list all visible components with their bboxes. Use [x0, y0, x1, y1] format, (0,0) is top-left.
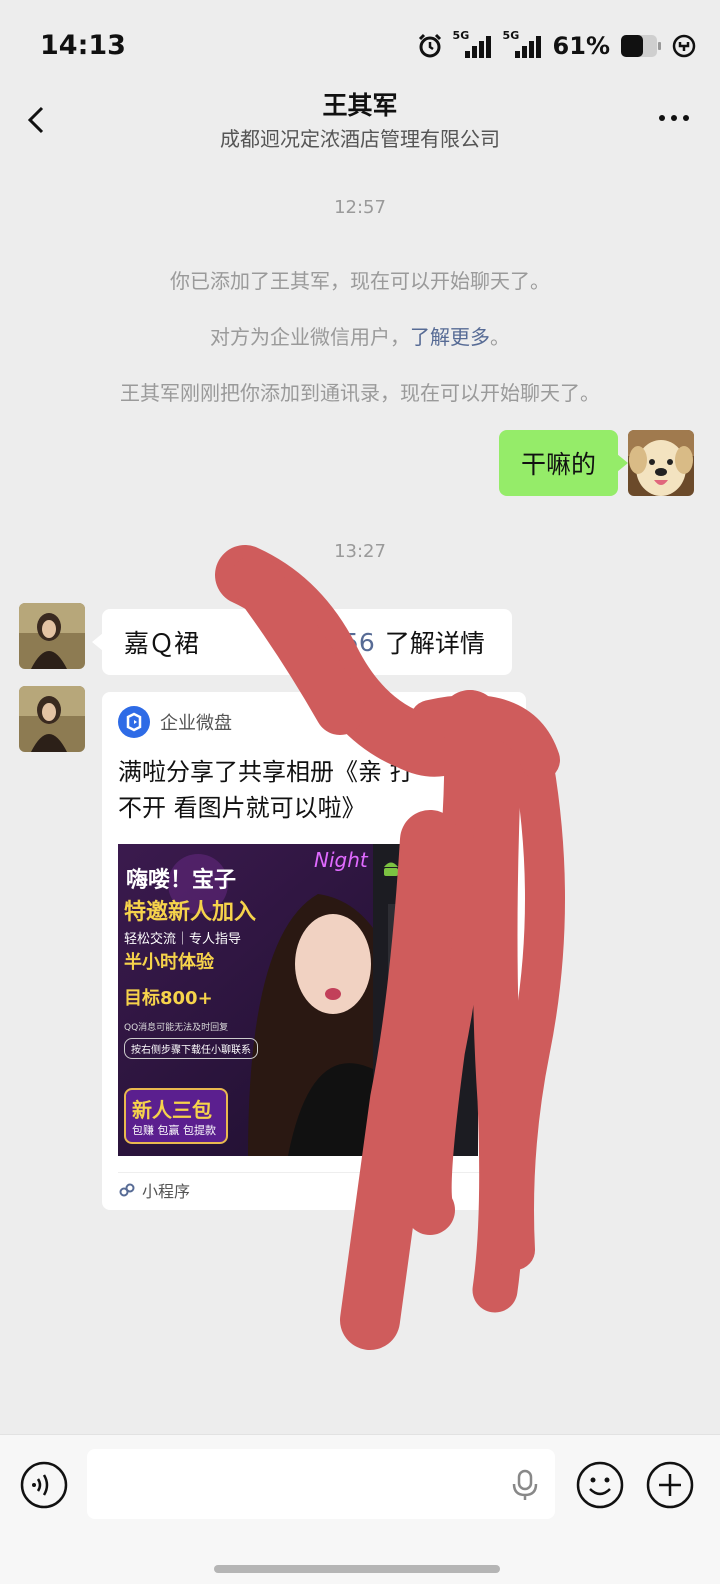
system-message: 你已添加了王其军，现在可以开始聊天了。	[170, 269, 550, 293]
chat-input-bar	[0, 1434, 720, 1584]
incoming-message-bubble[interactable]: 嘉Ｑ裙 56 了解详情	[92, 609, 512, 675]
poster-text: 特邀新人加入	[124, 900, 257, 925]
card-title: 满啦分享了共享相册《亲 打不开 看图片就可以啦》	[118, 758, 414, 822]
outgoing-message-bubble[interactable]: 干嘛的	[498, 430, 629, 496]
card-source-label: 企业微盘	[160, 713, 232, 734]
system-text: 。	[490, 325, 510, 349]
chat-header: 王其军 成都迥况定浓酒店管理有限公司	[0, 80, 720, 160]
company-name: 成都迥况定浓酒店管理有限公司	[220, 127, 500, 151]
signal-bars-icon	[464, 36, 491, 58]
card-source: 企业微盘	[118, 706, 232, 738]
dog-avatar-image	[628, 430, 694, 496]
user-avatar-image	[19, 603, 85, 669]
system-message: 王其军刚刚把你添加到通讯录，现在可以开始聊天了。	[120, 381, 600, 405]
poster-text: 轻松交流｜专人指导	[124, 932, 242, 947]
message-text: 了解详情	[384, 629, 485, 658]
system-message-enterprise: 对方为企业微信用户，了解更多。	[0, 321, 720, 350]
avatar[interactable]	[19, 686, 85, 752]
message-text: 干嘛的	[520, 450, 596, 479]
signal-1: 5G	[453, 29, 493, 59]
microphone-icon[interactable]	[511, 1469, 539, 1501]
card-footer-label: 小程序	[142, 1181, 191, 1201]
wedrive-logo-icon	[118, 706, 150, 738]
status-icons: 5G 5G 61%	[417, 29, 696, 60]
plus-icon[interactable]	[646, 1461, 694, 1509]
poster-text: QQ消息可能无法及时回复	[124, 1023, 229, 1033]
status-bar: 14:13 5G 5G 61%	[0, 0, 720, 90]
poster-text: 目标800+	[124, 988, 213, 1009]
card-poster-image: 嗨喽！宝子 特邀新人加入 轻松交流｜专人指导 半小时体验 目标800+ QQ消息…	[118, 844, 478, 1156]
avatar[interactable]	[19, 603, 85, 669]
message-input[interactable]	[87, 1449, 555, 1519]
avatar[interactable]	[628, 430, 694, 496]
more-dots-icon[interactable]	[656, 106, 692, 130]
poster-text: 半小时体验	[124, 952, 214, 973]
mini-program-icon	[119, 1183, 135, 1196]
alarm-icon	[418, 33, 441, 58]
home-indicator[interactable]	[214, 1565, 500, 1573]
charging-icon	[672, 34, 696, 58]
message-time: 12:57	[334, 197, 386, 218]
poster-tag: Night	[314, 848, 368, 872]
message-number: 56	[343, 627, 375, 657]
android-icon	[384, 862, 398, 876]
voice-icon[interactable]	[20, 1461, 68, 1509]
poster-text: 嗨喽！宝子	[126, 868, 237, 893]
message-text: 嘉Ｑ裙	[124, 629, 200, 658]
user-avatar-image	[19, 686, 85, 752]
card-footer: 小程序	[118, 1172, 510, 1206]
signal-bars-icon	[514, 36, 541, 58]
battery-percent: 61%	[552, 32, 610, 60]
learn-more-link[interactable]: 了解更多	[410, 325, 490, 349]
emoji-icon[interactable]	[576, 1461, 624, 1509]
battery-icon	[621, 35, 661, 57]
mini-program-card[interactable]: 企业微盘 满啦分享了共享相册《亲 打不开 看图片就可以啦》 嗨喽！宝子 特邀新人…	[102, 692, 526, 1210]
poster-text: 按右侧步骤下载任小聊联系	[124, 1038, 258, 1059]
poster-badge-title: 新人三包	[132, 1098, 212, 1122]
system-text: 对方为企业微信用户，	[210, 325, 410, 349]
status-time: 14:13	[40, 30, 126, 61]
poster-badge: 新人三包 包赚 包赢 包提款	[124, 1088, 228, 1144]
poster-badge-sub: 包赚 包赢 包提款	[132, 1124, 216, 1137]
page-title: 王其军	[322, 91, 398, 120]
signal-2: 5G	[503, 29, 543, 59]
message-time: 13:27	[334, 541, 386, 562]
